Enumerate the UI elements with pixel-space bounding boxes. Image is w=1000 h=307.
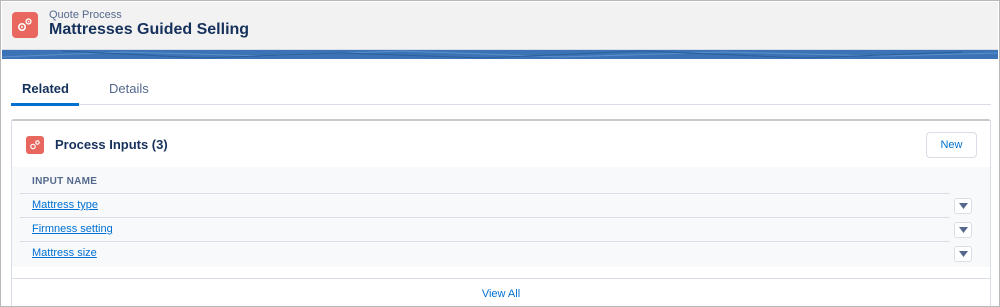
card-footer: View All (12, 278, 990, 306)
tab-related-label: Related (22, 81, 69, 96)
object-type-label: Quote Process (49, 9, 122, 21)
process-inputs-card: Process Inputs (3) New INPUT NAME Mattre… (11, 119, 991, 306)
tab-related[interactable]: Related (22, 81, 69, 96)
page-title: Mattresses Guided Selling (49, 21, 250, 38)
input-name-link[interactable]: Mattress type (32, 199, 98, 211)
chevron-down-icon[interactable] (954, 222, 972, 238)
active-tab-indicator (11, 103, 79, 106)
card-header: Process Inputs (3) New (12, 121, 990, 167)
table-row: Mattress size (20, 241, 950, 265)
record-page: Quote Process Mattresses Guided Selling … (0, 0, 1000, 307)
decorative-band (2, 50, 998, 59)
input-name-link[interactable]: Firmness setting (32, 223, 113, 235)
new-button[interactable]: New (926, 132, 977, 158)
table-row: Mattress type (20, 193, 950, 217)
gears-icon (26, 136, 44, 154)
chevron-down-icon[interactable] (954, 246, 972, 262)
column-header-input-name[interactable]: INPUT NAME (32, 176, 97, 187)
table-row: Firmness setting (20, 217, 950, 241)
related-list-table: INPUT NAME Mattress type Firmness settin… (12, 167, 990, 267)
gears-icon (12, 12, 38, 38)
tab-details[interactable]: Details (109, 81, 149, 96)
chevron-down-icon[interactable] (954, 198, 972, 214)
record-header: Quote Process Mattresses Guided Selling (2, 2, 998, 50)
view-all-link[interactable]: View All (12, 288, 990, 300)
card-title: Process Inputs (3) (55, 137, 168, 152)
tab-bar: Related Details (11, 77, 991, 106)
input-name-link[interactable]: Mattress size (32, 247, 97, 259)
tab-details-label: Details (109, 81, 149, 96)
